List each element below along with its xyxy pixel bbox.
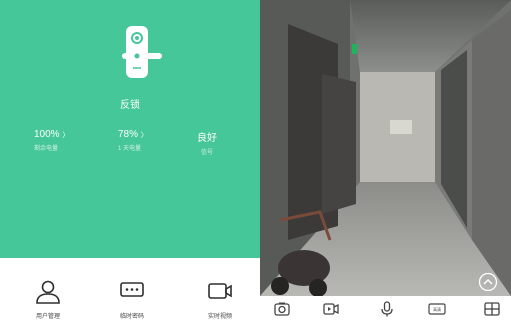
signal-value: 良好	[197, 133, 217, 144]
day-battery-stat[interactable]: 78% 〉 1 天电量	[118, 129, 148, 152]
collapse-icon[interactable]	[478, 272, 498, 292]
chevron-right-icon: 〉	[62, 132, 70, 139]
lock-status-panel: 反锁 100% 〉 剩余电量 78% 〉 1 天电量 良好 信号	[0, 0, 260, 258]
signal-label: 信号	[200, 150, 213, 156]
password-icon	[120, 282, 144, 297]
record-button[interactable]	[322, 300, 340, 318]
snapshot-button[interactable]	[273, 300, 291, 318]
record-icon	[323, 303, 339, 315]
nav-user-management-label: 用户管理	[35, 314, 60, 320]
microphone-button[interactable]	[378, 300, 396, 318]
nav-user-management[interactable]: 用户管理	[8, 258, 88, 322]
user-icon	[36, 280, 60, 304]
nav-temp-password[interactable]: 临时密码	[92, 258, 172, 322]
video-camera-icon	[208, 283, 232, 299]
live-camera-feed[interactable]	[260, 0, 511, 296]
lock-state-text: 反锁	[120, 100, 140, 111]
nav-live-video-label: 实时视频	[207, 314, 232, 320]
quality-label: 高清	[433, 306, 441, 312]
day-battery-value: 78% 〉	[118, 129, 148, 140]
layout-button[interactable]	[483, 300, 501, 318]
microphone-icon	[381, 301, 393, 317]
quality-button[interactable]: 高清	[428, 300, 446, 318]
day-battery-label: 1 天电量	[118, 146, 142, 152]
lock-control-panel: 反锁 100% 〉 剩余电量 78% 〉 1 天电量 良好 信号 用户管理 临时…	[0, 0, 260, 322]
layout-icon	[484, 302, 500, 316]
nav-temp-password-label: 临时密码	[119, 314, 144, 320]
battery-value: 100% 〉	[34, 129, 70, 140]
snapshot-icon	[274, 302, 290, 316]
battery-label: 剩余电量	[34, 146, 59, 152]
video-toolbar: 高清	[260, 296, 511, 322]
bottom-nav: 用户管理 临时密码 实时视频	[0, 258, 260, 322]
smart-lock-icon	[122, 26, 162, 78]
chevron-right-icon: 〉	[140, 132, 148, 139]
nav-live-video[interactable]: 实时视频	[180, 258, 260, 322]
camera-scene	[260, 0, 511, 296]
signal-stat: 良好 信号	[197, 129, 217, 156]
battery-stat[interactable]: 100% 〉 剩余电量	[34, 129, 69, 152]
